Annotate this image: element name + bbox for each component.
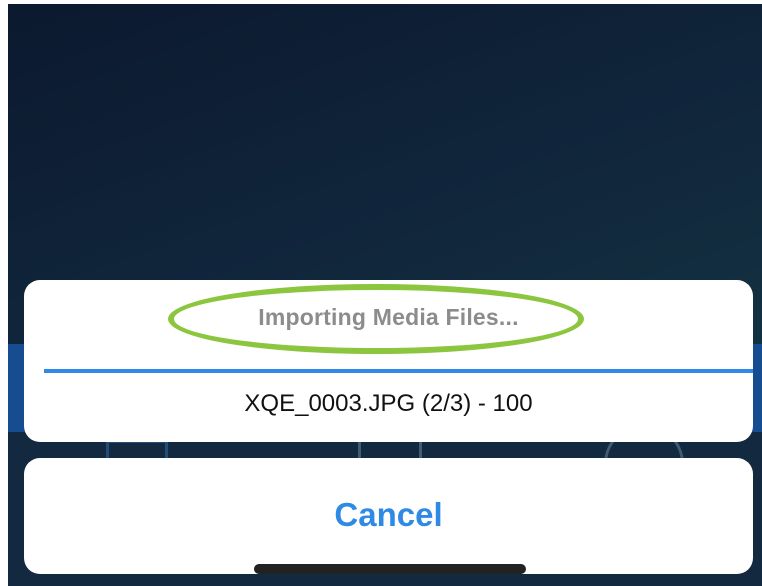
cancel-label: Cancel (334, 496, 443, 533)
cancel-button[interactable]: Cancel (24, 458, 753, 574)
import-progress-bar (44, 369, 753, 373)
import-progress-sheet: Importing Media Files... XQE_0003.JPG (2… (24, 280, 753, 442)
import-progress-fill (44, 369, 753, 373)
home-indicator (254, 564, 526, 574)
sheet-title: Importing Media Files... (258, 304, 519, 330)
app-screen: Importing Media Files... XQE_0003.JPG (2… (8, 4, 762, 586)
file-status-text: XQE_0003.JPG (2/3) - 100 (244, 390, 533, 417)
